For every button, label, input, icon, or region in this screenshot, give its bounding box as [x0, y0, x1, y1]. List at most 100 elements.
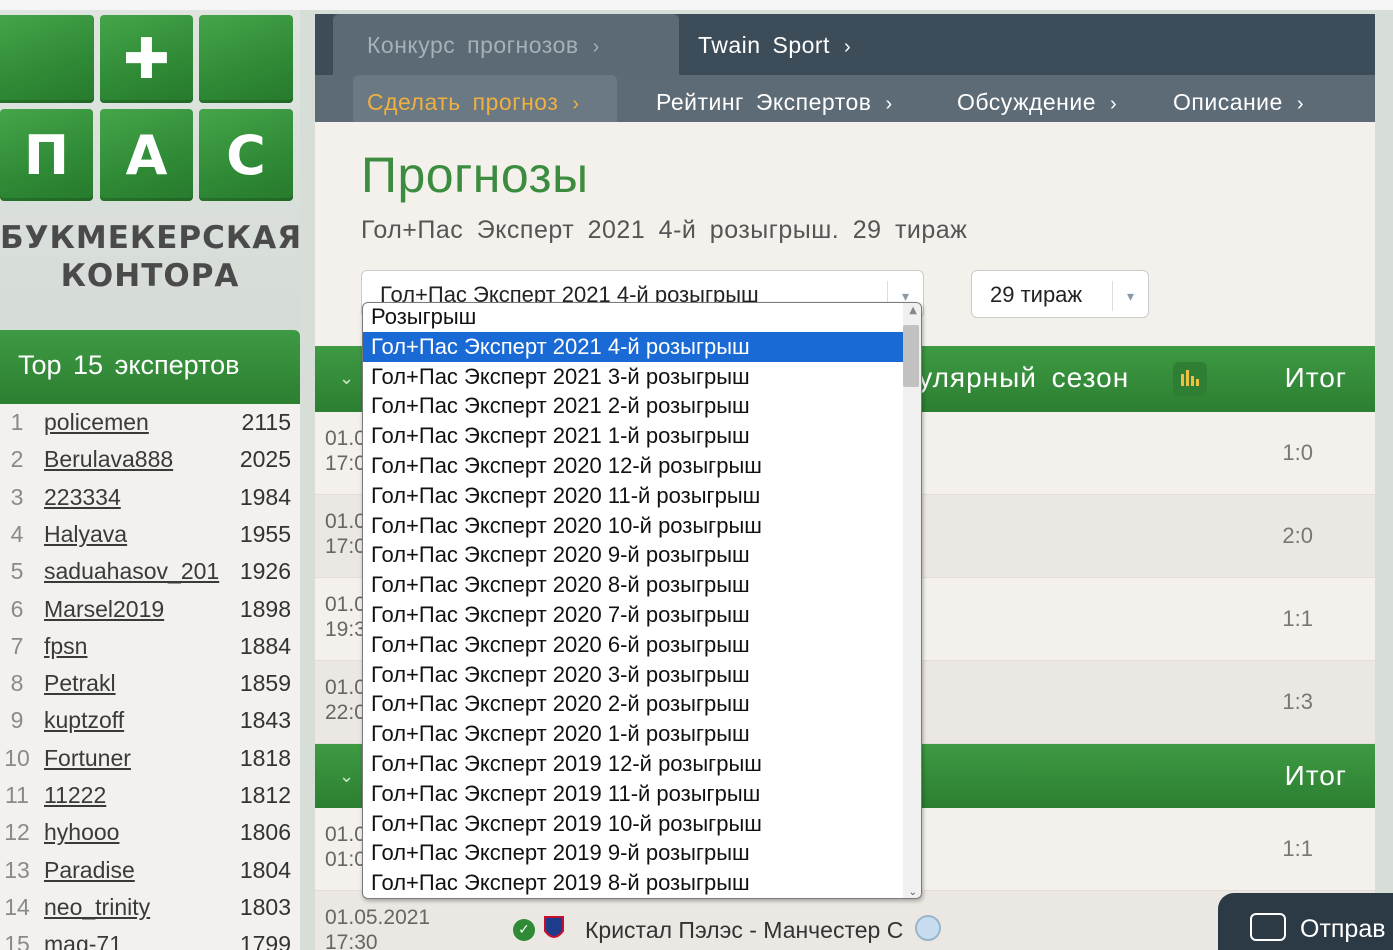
- nav-make-forecast[interactable]: Сделать прогноз ›: [353, 75, 617, 122]
- expert-rank: 6: [10, 595, 24, 622]
- expert-name-link[interactable]: Paradise: [44, 857, 135, 884]
- top-expert-row: 8 Petrakl 1859: [0, 670, 300, 707]
- logo-caption-line1: БУКМЕКЕРСКАЯ: [0, 220, 303, 256]
- expert-name-link[interactable]: 223334: [44, 484, 121, 511]
- draw-dropdown-list[interactable]: ▲ ⌄ Розыгрыш Гол+Пас Эксперт 2021 4-й роз…: [362, 302, 922, 899]
- expert-score: 1806: [239, 819, 291, 846]
- dropdown-option[interactable]: Гол+Пас Эксперт 2020 12-й розыгрыш: [363, 451, 903, 481]
- expert-name-link[interactable]: fpsn: [44, 633, 87, 660]
- dropdown-option[interactable]: Гол+Пас Эксперт 2021 4-й розыгрыш: [363, 331, 903, 362]
- match-date: 01.05.2021: [325, 906, 431, 929]
- dropdown-option[interactable]: Гол+Пас Эксперт 2020 11-й розыгрыш: [363, 481, 903, 511]
- dropdown-option[interactable]: Гол+Пас Эксперт 2019 11-й розыгрыш: [363, 779, 903, 809]
- match-datetime: 01.0 01:0: [325, 822, 366, 872]
- dropdown-option[interactable]: Гол+Пас Эксперт 2019 12-й розыгрыш: [363, 749, 903, 779]
- bar-chart-icon[interactable]: [1173, 362, 1207, 396]
- match-date: 01.0: [325, 427, 366, 450]
- expert-name-link[interactable]: neo_trinity: [44, 894, 150, 921]
- expert-score: 1818: [239, 744, 291, 771]
- top-expert-row: 10 Fortuner 1818: [0, 745, 300, 782]
- expert-name-link[interactable]: kuptzoff: [44, 707, 124, 734]
- dropdown-option[interactable]: Гол+Пас Эксперт 2020 8-й розыгрыш: [363, 570, 903, 600]
- match-time: 22:0: [325, 701, 366, 724]
- dropdown-option[interactable]: Розыгрыш: [363, 303, 903, 332]
- top-expert-row: 3 223334 1984: [0, 484, 300, 521]
- match-date: 01.0: [325, 676, 366, 699]
- dropdown-scrollbar[interactable]: ▲ ⌄: [903, 303, 921, 898]
- match-time: 17:0: [325, 452, 366, 475]
- dropdown-option[interactable]: Гол+Пас Эксперт 2020 1-й розыгрыш: [363, 719, 903, 749]
- chevron-right-icon: ›: [1296, 93, 1304, 115]
- top-expert-row: 9 kuptzoff 1843: [0, 707, 300, 744]
- scroll-down-icon[interactable]: ⌄: [909, 887, 917, 898]
- expert-name-link[interactable]: mag-71: [44, 931, 122, 950]
- logo-tile-c: С: [199, 109, 293, 201]
- top-expert-row: 14 neo_trinity 1803: [0, 894, 300, 931]
- expert-name-link[interactable]: 11222: [44, 782, 106, 809]
- logo-plus-icon: ✚: [100, 15, 193, 103]
- expert-name-link[interactable]: hyhooo: [44, 819, 119, 846]
- dropdown-option[interactable]: Гол+Пас Эксперт 2020 6-й розыгрыш: [363, 630, 903, 660]
- logo-tile-p: П: [0, 109, 93, 201]
- expert-rank: 15: [4, 931, 30, 950]
- expert-name-link[interactable]: Marsel2019: [44, 596, 164, 623]
- team-crest-icon: [543, 915, 565, 943]
- expert-name-link[interactable]: Petrakl: [44, 670, 116, 697]
- match-time: 01:0: [325, 848, 366, 871]
- expert-score: 1859: [239, 670, 291, 697]
- expert-name-link[interactable]: Berulava888: [44, 446, 173, 473]
- dropdown-option[interactable]: Гол+Пас Эксперт 2021 3-й розыгрыш: [363, 362, 903, 392]
- send-message-button[interactable]: Отправ: [1218, 893, 1393, 950]
- expert-name-link[interactable]: Halyava: [44, 521, 127, 548]
- dropdown-option[interactable]: Гол+Пас Эксперт 2020 9-й розыгрыш: [363, 540, 903, 570]
- send-message-label: Отправ: [1300, 915, 1386, 943]
- match-score: 2:0: [1282, 523, 1313, 548]
- dropdown-option[interactable]: Гол+Пас Эксперт 2019 8-й розыгрыш: [363, 868, 903, 898]
- team-crest-icon: [915, 915, 941, 941]
- dropdown-option[interactable]: Гол+Пас Эксперт 2021 1-й розыгрыш: [363, 421, 903, 451]
- expert-score: 1812: [239, 782, 291, 808]
- secondary-nav: Сделать прогноз › Рейтинг Экспертов › Обсу…: [315, 75, 1375, 122]
- chevron-right-icon: ›: [572, 93, 580, 115]
- logo-tile-blank: [0, 15, 94, 103]
- dropdown-option[interactable]: Гол+Пас Эксперт 2019 10-й розыгрыш: [363, 809, 903, 839]
- dropdown-option[interactable]: Гол+Пас Эксперт 2020 10-й розыгрыш: [363, 511, 903, 541]
- scrollbar-thumb[interactable]: [903, 325, 919, 387]
- nav-twain-sport[interactable]: Twain Sport ›: [698, 14, 851, 75]
- chevron-down-icon: ⌄: [339, 766, 355, 787]
- expert-name-link[interactable]: Fortuner: [44, 745, 131, 772]
- match-time: 17:0: [325, 535, 366, 558]
- expert-rank: 13: [4, 856, 30, 883]
- expert-score: 1955: [239, 520, 291, 547]
- expert-rank: 3: [10, 483, 24, 510]
- expert-rank: 2: [10, 446, 24, 473]
- expert-name-link[interactable]: policemen: [44, 409, 149, 436]
- match-datetime: 01.05.2021 17:30: [325, 905, 430, 950]
- expert-rank: 9: [10, 707, 24, 734]
- chevron-right-icon: ›: [592, 36, 600, 58]
- chevron-right-icon: ›: [885, 93, 893, 115]
- tirazh-select[interactable]: 29 тираж ▾: [971, 270, 1149, 318]
- expert-name-link[interactable]: saduahasov_201: [44, 558, 219, 585]
- expert-score: 1884: [239, 632, 291, 659]
- expert-rank: 5: [10, 558, 24, 585]
- nav-make-forecast-label: Сделать прогноз: [367, 89, 559, 115]
- nav-twain-label: Twain Sport: [698, 32, 830, 58]
- scroll-up-icon[interactable]: ▲: [909, 305, 917, 316]
- expert-score: 1843: [239, 707, 291, 734]
- match-datetime: 01.0 17:0: [325, 509, 366, 559]
- nav-konkurs[interactable]: Конкурс прогнозов ›: [333, 14, 679, 75]
- nav-expert-rating[interactable]: Рейтинг Экспертов ›: [656, 75, 893, 122]
- match-teams[interactable]: Кристал Пэлэс - Манчестер С: [585, 917, 903, 944]
- dropdown-option[interactable]: Гол+Пас Эксперт 2020 7-й розыгрыш: [363, 600, 903, 630]
- dropdown-option[interactable]: Гол+Пас Эксперт 2020 3-й розыгрыш: [363, 660, 903, 690]
- dropdown-option[interactable]: Гол+Пас Эксперт 2019 9-й розыгрыш: [363, 838, 903, 868]
- nav-description[interactable]: Описание ›: [1173, 75, 1304, 122]
- top-experts-list: 1 policemen 2115 2 Berulava888 2025 3 223334 198…: [0, 404, 300, 950]
- expert-rank: 7: [10, 632, 24, 659]
- top-expert-row: 12 hyhooo 1806: [0, 819, 300, 856]
- logo-tile-blank: [199, 15, 293, 103]
- dropdown-option[interactable]: Гол+Пас Эксперт 2021 2-й розыгрыш: [363, 391, 903, 421]
- dropdown-option[interactable]: Гол+Пас Эксперт 2020 2-й розыгрыш: [363, 689, 903, 719]
- nav-discussion[interactable]: Обсуждение ›: [957, 75, 1117, 122]
